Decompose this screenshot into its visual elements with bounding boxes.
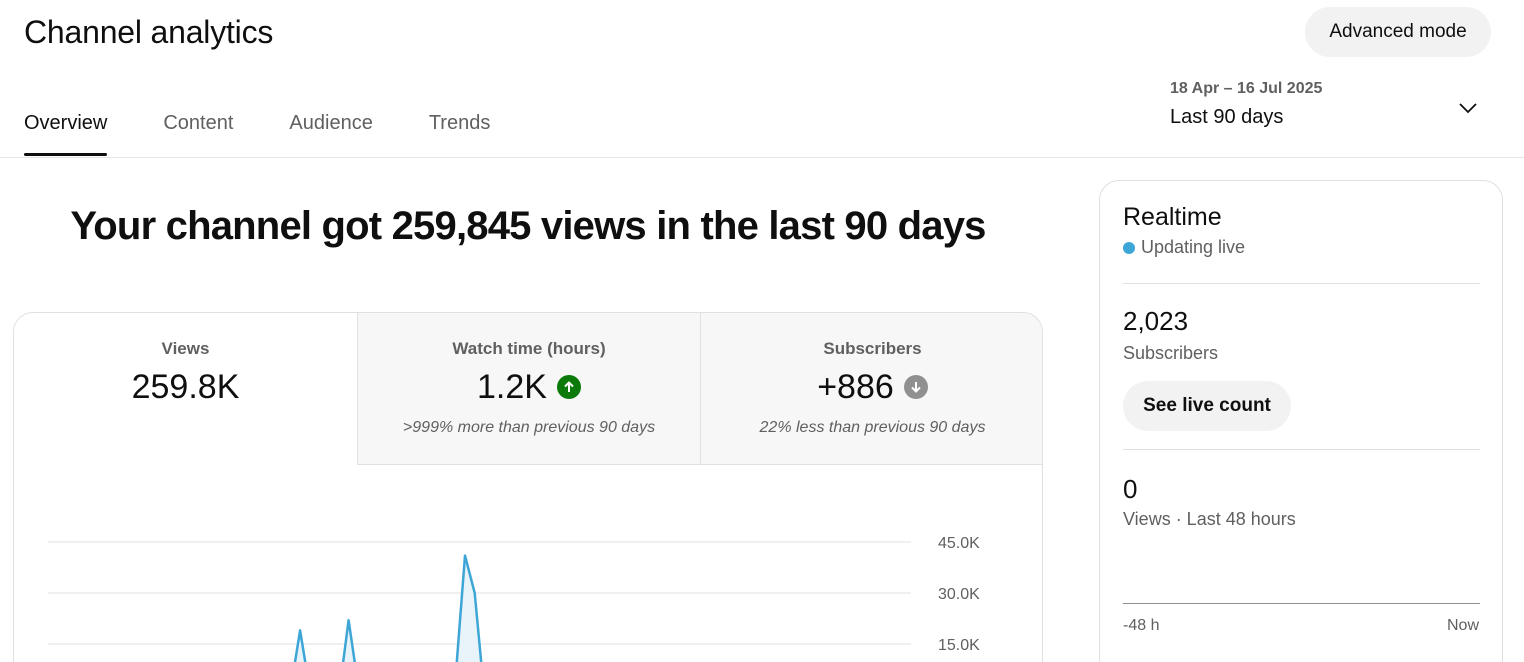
- metric-value: 259.8K: [14, 367, 357, 407]
- chevron-down-icon: [1459, 103, 1477, 114]
- realtime-card: Realtime Updating live 2,023 Subscribers…: [1099, 180, 1503, 662]
- arrow-down-icon: [903, 375, 928, 399]
- metric-tab-views[interactable]: Views 259.8K: [14, 313, 357, 465]
- realtime-axis-start: -48 h: [1123, 617, 1160, 634]
- header-divider: [0, 157, 1524, 158]
- metric-label: Watch time (hours): [452, 339, 606, 358]
- views-chart-svg: 45.0K 30.0K 15.0K: [48, 535, 980, 662]
- metric-value: 1.2K: [358, 367, 700, 407]
- advanced-mode-button[interactable]: Advanced mode: [1305, 7, 1491, 57]
- chart-y-tick-label: 45.0K: [938, 535, 980, 552]
- arrow-up-icon: [556, 375, 581, 399]
- metric-comparison: >999% more than previous 90 days: [402, 419, 656, 436]
- metric-value: +886: [701, 367, 1042, 407]
- see-live-count-button[interactable]: See live count: [1123, 381, 1291, 431]
- summary-headline: Your channel got 259,845 views in the la…: [70, 204, 986, 248]
- metric-value-text: 1.2K: [477, 367, 547, 406]
- realtime-title: Realtime: [1123, 203, 1222, 231]
- realtime-views-label: Views · Last 48 hours: [1123, 509, 1296, 529]
- metric-comparison: 22% less than previous 90 days: [759, 419, 986, 436]
- chart-y-tick-label: 15.0K: [938, 637, 980, 654]
- metric-label: Subscribers: [823, 339, 922, 358]
- chart-series-line: [293, 554, 483, 662]
- realtime-divider: [1123, 449, 1480, 450]
- metric-tab-subscribers[interactable]: Subscribers +886 22% less than previous …: [700, 313, 1042, 465]
- metric-value-text: 259.8K: [131, 367, 240, 406]
- tab-trends[interactable]: Trends: [429, 104, 491, 156]
- live-status: Updating live: [1123, 237, 1245, 258]
- tab-overview[interactable]: Overview: [24, 104, 108, 156]
- realtime-subscribers-value: 2,023: [1123, 306, 1189, 336]
- realtime-views-value: 0: [1123, 474, 1138, 504]
- realtime-chart-axis: [1123, 603, 1480, 604]
- realtime-divider: [1123, 283, 1480, 284]
- realtime-subscribers-label: Subscribers: [1123, 343, 1219, 363]
- page-title: Channel analytics: [24, 14, 274, 50]
- date-range-label: Last 90 days: [1170, 106, 1284, 128]
- date-range-picker[interactable]: 18 Apr – 16 Jul 2025 Last 90 days: [1170, 80, 1486, 136]
- tab-bar: Overview Content Audience Trends: [24, 104, 546, 158]
- tab-audience[interactable]: Audience: [289, 104, 372, 156]
- live-dot-icon: [1123, 241, 1135, 254]
- tab-content[interactable]: Content: [163, 104, 233, 156]
- chart-y-tick-label: 30.0K: [938, 586, 980, 603]
- metric-tab-watch-time[interactable]: Watch time (hours) 1.2K >999% more than …: [357, 313, 700, 465]
- metric-value-text: +886: [817, 367, 894, 406]
- views-chart: 45.0K 30.0K 15.0K: [13, 500, 1043, 662]
- date-range-text: 18 Apr – 16 Jul 2025: [1170, 80, 1323, 97]
- live-status-text: Updating live: [1141, 237, 1246, 257]
- metric-label: Views: [161, 339, 210, 358]
- realtime-axis-end: Now: [1446, 617, 1479, 634]
